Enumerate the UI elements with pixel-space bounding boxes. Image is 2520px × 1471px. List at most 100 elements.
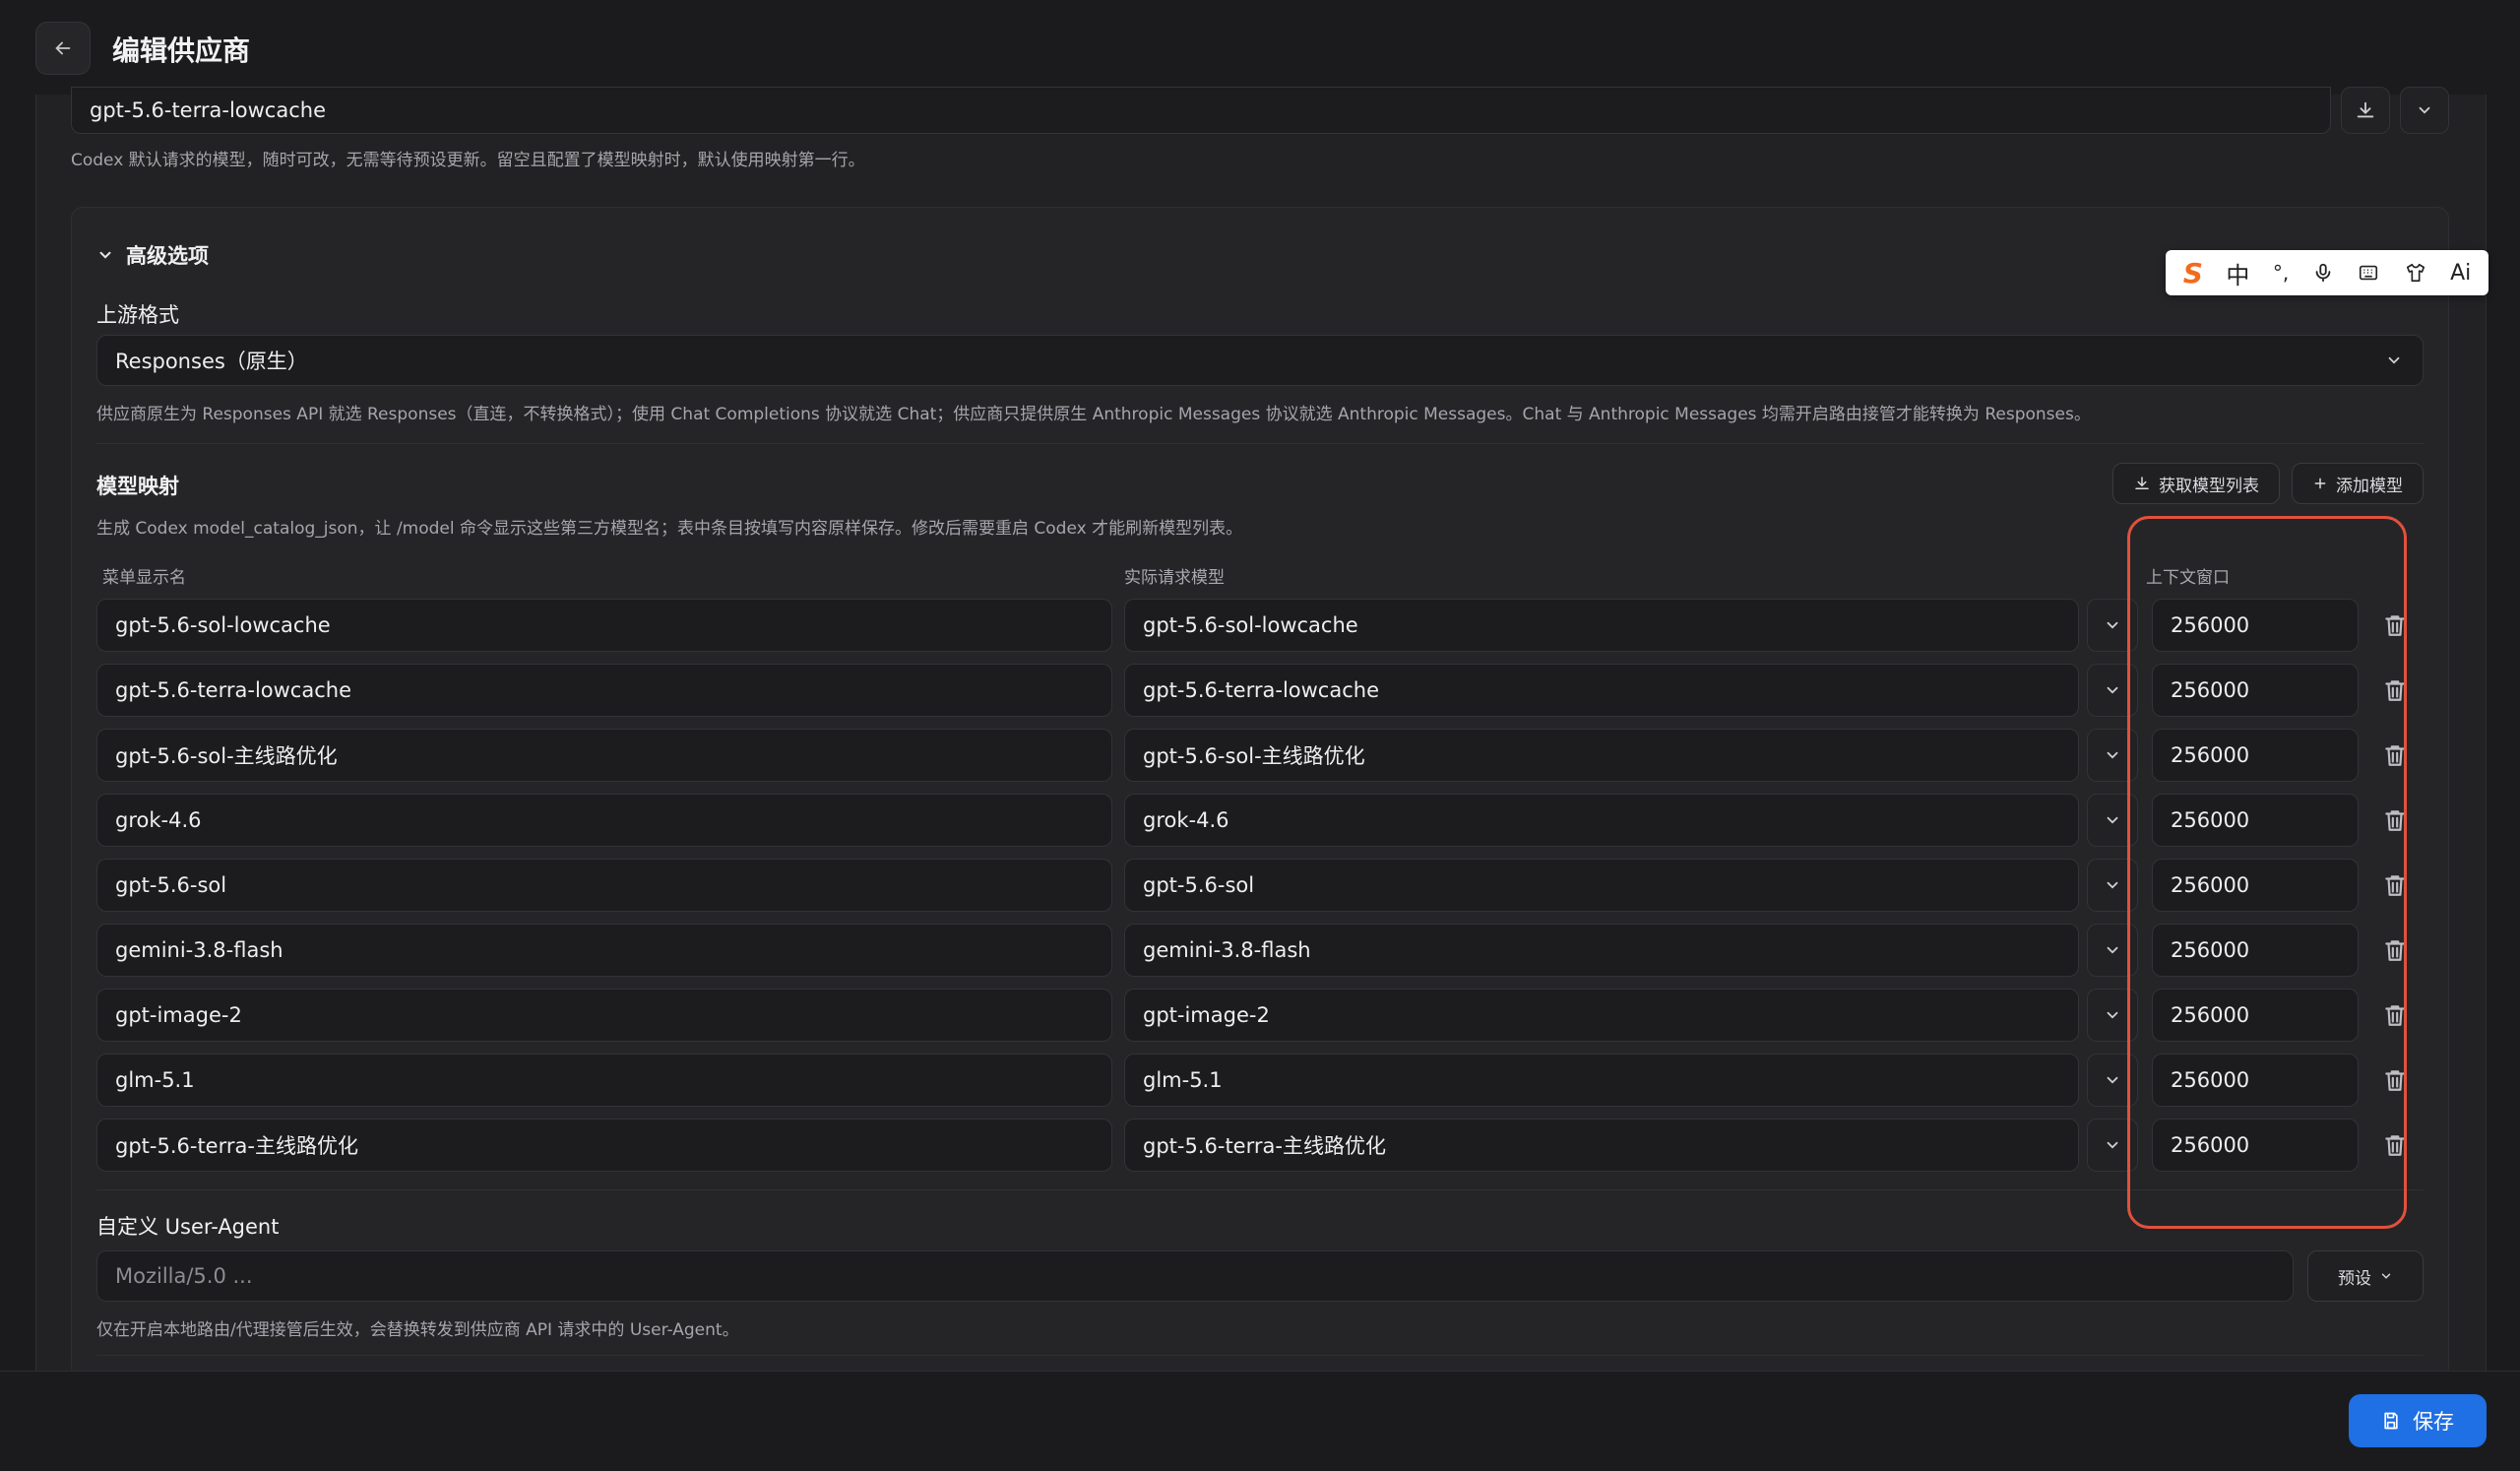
- back-button[interactable]: [35, 22, 91, 75]
- request-model-input[interactable]: gpt-5.6-sol-主线路优化: [1124, 729, 2079, 782]
- chevron-down-icon: [99, 251, 111, 259]
- bottom-bar: [0, 1371, 2520, 1471]
- table-row: gpt-5.6-terra-lowcache gpt-5.6-terra-lowc…: [96, 664, 2410, 719]
- request-model-input[interactable]: grok-4.6: [1124, 794, 2079, 847]
- trash-icon[interactable]: [2382, 1131, 2408, 1159]
- page-title: 编辑供应商: [112, 34, 251, 67]
- chevron-down-icon: [2107, 816, 2118, 824]
- context-window-input[interactable]: 256000: [2152, 859, 2359, 912]
- save-button[interactable]: 保存: [2349, 1394, 2487, 1447]
- table-row: gemini-3.8-flash gemini-3.8-flash 256000: [96, 924, 2410, 979]
- model-dropdown-button[interactable]: [2087, 794, 2138, 847]
- display-name-input[interactable]: gpt-5.6-terra-lowcache: [96, 664, 1112, 717]
- chevron-down-icon: [2107, 1141, 2118, 1149]
- trash-icon[interactable]: [2382, 936, 2408, 964]
- keyboard-icon[interactable]: [2357, 262, 2380, 284]
- trash-icon[interactable]: [2382, 676, 2408, 704]
- trash-icon[interactable]: [2382, 806, 2408, 834]
- fetch-models-button[interactable]: 获取模型列表: [2112, 463, 2280, 504]
- user-agent-hint: 仅在开启本地路由/代理接管后生效，会替换转发到供应商 API 请求中的 User…: [96, 1320, 739, 1340]
- shirt-icon[interactable]: [2404, 262, 2427, 284]
- table-row: gpt-5.6-sol-lowcache gpt-5.6-sol-lowcache…: [96, 599, 2410, 654]
- add-model-button[interactable]: 添加模型: [2292, 463, 2424, 504]
- context-window-input[interactable]: 256000: [2152, 1054, 2359, 1107]
- ime-punctuation[interactable]: °,: [2273, 261, 2289, 285]
- chevron-down-icon: [2107, 1011, 2118, 1019]
- model-dropdown-button[interactable]: [2087, 729, 2138, 782]
- context-window-input[interactable]: 256000: [2152, 1119, 2359, 1172]
- save-icon: [2384, 1412, 2398, 1430]
- model-dropdown-button[interactable]: [2087, 859, 2138, 912]
- display-name-input[interactable]: gpt-5.6-terra-主线路优化: [96, 1119, 1112, 1172]
- advanced-title: 高级选项: [126, 244, 209, 268]
- download-button[interactable]: [2341, 87, 2390, 134]
- model-dropdown-button[interactable]: [2087, 599, 2138, 652]
- context-window-input[interactable]: 256000: [2152, 989, 2359, 1042]
- request-model-input[interactable]: gpt-5.6-sol: [1124, 859, 2079, 912]
- trash-icon[interactable]: [2382, 871, 2408, 899]
- display-name-input[interactable]: glm-5.1: [96, 1054, 1112, 1107]
- request-model-input[interactable]: gpt-image-2: [1124, 989, 2079, 1042]
- model-dropdown-button[interactable]: [2087, 1119, 2138, 1172]
- request-model-input[interactable]: gpt-5.6-sol-lowcache: [1124, 599, 2079, 652]
- advanced-toggle[interactable]: 高级选项: [96, 240, 209, 270]
- plus-icon: [2314, 478, 2326, 489]
- model-dropdown-button[interactable]: [2087, 1054, 2138, 1107]
- arrow-left-icon: [55, 41, 71, 55]
- display-name-input[interactable]: gemini-3.8-flash: [96, 924, 1112, 977]
- request-model-input[interactable]: gpt-5.6-terra-主线路优化: [1124, 1119, 2079, 1172]
- ime-ai-button[interactable]: Ai: [2450, 261, 2471, 286]
- col-header-context-window: 上下文窗口: [2146, 568, 2230, 588]
- divider: [96, 1189, 2424, 1190]
- trash-icon[interactable]: [2382, 1066, 2408, 1094]
- display-name-input[interactable]: grok-4.6: [96, 794, 1112, 847]
- display-name-input[interactable]: gpt-5.6-sol-主线路优化: [96, 729, 1112, 782]
- table-row: gpt-5.6-terra-主线路优化 gpt-5.6-terra-主线路优化 25…: [96, 1119, 2410, 1174]
- trash-icon[interactable]: [2382, 1001, 2408, 1029]
- top-bar: [0, 0, 2520, 95]
- table-row: glm-5.1 glm-5.1 256000: [96, 1054, 2410, 1109]
- context-window-input[interactable]: 256000: [2152, 794, 2359, 847]
- display-name-input[interactable]: gpt-5.6-sol: [96, 859, 1112, 912]
- table-row: gpt-5.6-sol gpt-5.6-sol 256000: [96, 859, 2410, 914]
- preset-label: 预设: [2338, 1268, 2371, 1289]
- model-dropdown-button[interactable]: [2087, 989, 2138, 1042]
- mapping-label: 模型映射: [96, 475, 179, 498]
- table-row: grok-4.6 grok-4.6 256000: [96, 794, 2410, 849]
- add-model-label: 添加模型: [2336, 476, 2403, 496]
- chevron-down-icon: [2107, 1076, 2118, 1084]
- divider: [96, 443, 2424, 444]
- download-icon: [2135, 477, 2149, 489]
- chevron-down-icon: [2419, 106, 2430, 114]
- chevron-down-icon: [2381, 1273, 2391, 1279]
- display-name-input[interactable]: gpt-5.6-sol-lowcache: [96, 599, 1112, 652]
- context-window-input[interactable]: 256000: [2152, 729, 2359, 782]
- default-model-dropdown-button[interactable]: [2400, 87, 2449, 134]
- model-dropdown-button[interactable]: [2087, 924, 2138, 977]
- trash-icon[interactable]: [2382, 611, 2408, 639]
- col-header-request-model: 实际请求模型: [1124, 568, 1225, 588]
- display-name-input[interactable]: gpt-image-2: [96, 989, 1112, 1042]
- request-model-input[interactable]: gpt-5.6-terra-lowcache: [1124, 664, 2079, 717]
- chevron-down-icon: [2107, 946, 2118, 954]
- request-model-input[interactable]: glm-5.1: [1124, 1054, 2079, 1107]
- ime-chinese-mode[interactable]: 中: [2226, 256, 2249, 290]
- divider: [96, 1355, 2424, 1356]
- chevron-down-icon: [2107, 686, 2118, 694]
- request-model-input[interactable]: gemini-3.8-flash: [1124, 924, 2079, 977]
- upstream-select[interactable]: Responses（原生）: [96, 335, 2424, 386]
- mic-icon[interactable]: [2312, 262, 2334, 284]
- default-model-input[interactable]: gpt-5.6-terra-lowcache: [71, 87, 2331, 134]
- sogou-logo-icon[interactable]: S: [2183, 257, 2203, 289]
- context-window-input[interactable]: 256000: [2152, 599, 2359, 652]
- trash-icon[interactable]: [2382, 741, 2408, 769]
- user-agent-input[interactable]: Mozilla/5.0 ...: [96, 1250, 2294, 1302]
- upstream-label: 上游格式: [96, 303, 179, 327]
- download-icon: [2357, 101, 2374, 118]
- ime-toolbar[interactable]: S 中 °, Ai: [2166, 250, 2488, 295]
- context-window-input[interactable]: 256000: [2152, 664, 2359, 717]
- preset-dropdown-button[interactable]: 预设: [2307, 1250, 2424, 1302]
- context-window-input[interactable]: 256000: [2152, 924, 2359, 977]
- model-dropdown-button[interactable]: [2087, 664, 2138, 717]
- col-header-display-name: 菜单显示名: [102, 568, 186, 588]
